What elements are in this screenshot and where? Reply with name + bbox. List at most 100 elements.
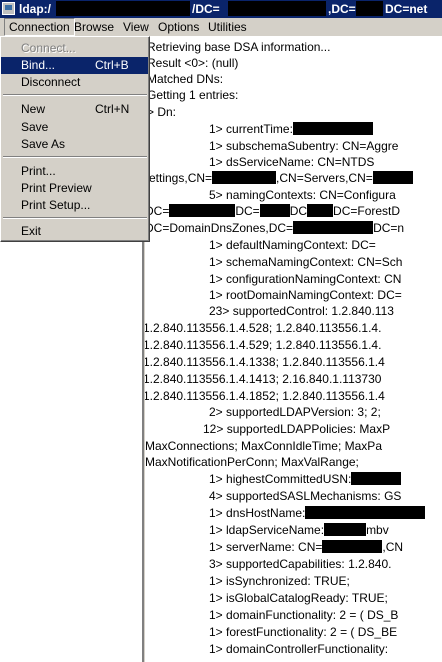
output-line: 1> dsServiceName: CN=NTDS bbox=[209, 155, 375, 169]
attr-usn: 1> highestCommittedUSN: bbox=[209, 472, 352, 486]
redaction-bar bbox=[169, 204, 236, 217]
ldap-service-tail: mbv bbox=[366, 523, 389, 537]
window-title-dc2: ,DC= bbox=[328, 2, 356, 16]
output-line: 1> rootDomainNamingContext: DC= bbox=[209, 288, 402, 302]
output-line: 1> schemaNamingContext: CN=Sch bbox=[209, 255, 403, 269]
menu-item-save[interactable]: Save bbox=[1, 119, 148, 136]
menu-item-label: Print Setup... bbox=[21, 198, 91, 212]
menu-item-label: Save bbox=[21, 120, 49, 134]
dc-text: DC bbox=[289, 204, 308, 218]
output-line: 1> defaultNamingContext: DC= bbox=[209, 238, 376, 252]
dc-text: DC=ForestD bbox=[333, 204, 401, 218]
output-line: 1> highestCommittedUSN: bbox=[209, 472, 402, 486]
window-title-dc1: /DC= bbox=[192, 2, 220, 16]
menu-view[interactable]: View bbox=[123, 20, 149, 34]
menu-item-label: Connect... bbox=[21, 41, 76, 55]
redaction-bar bbox=[324, 523, 367, 536]
menu-connection[interactable]: Connection bbox=[4, 18, 75, 36]
output-line: 1.2.840.113556.1.4.1338; 1.2.840.113556.… bbox=[145, 355, 385, 369]
menu-separator bbox=[3, 156, 147, 158]
window-title-dc3: DC=net bbox=[385, 2, 428, 16]
output-pane[interactable]: Retrieving base DSA information... Resul… bbox=[145, 37, 442, 662]
menu-bar: Connection Browse View Options Utilities bbox=[0, 18, 442, 37]
connection-menu: Connect... Bind... Ctrl+B Disconnect New C… bbox=[0, 36, 150, 242]
redaction-bar bbox=[228, 1, 326, 16]
attr-ldap-service-name: 1> ldapServiceName: bbox=[209, 523, 325, 537]
menu-item-label: Exit bbox=[21, 224, 42, 238]
output-line: 1> serverName: CN= ,CN bbox=[209, 540, 403, 554]
redaction-bar bbox=[356, 1, 383, 16]
output-line: DC= DC= DC DC=ForestD bbox=[145, 204, 400, 218]
output-line: 5> namingContexts: CN=Configura bbox=[209, 188, 396, 202]
menu-item-print-setup[interactable]: Print Setup... bbox=[1, 197, 148, 214]
menu-item-bind[interactable]: Bind... Ctrl+B bbox=[1, 57, 148, 74]
menu-item-label: New bbox=[21, 102, 46, 116]
menu-item-print[interactable]: Print... bbox=[1, 163, 148, 180]
output-line: > Dn: bbox=[147, 105, 176, 119]
output-line: 1.2.840.113556.1.4.528; 1.2.840.113556.1… bbox=[145, 321, 382, 335]
redaction-bar bbox=[259, 204, 290, 217]
menu-item-shortcut: Ctrl+B bbox=[95, 58, 129, 72]
menu-item-label: Print Preview bbox=[21, 181, 92, 195]
menu-item-shortcut: Ctrl+N bbox=[95, 102, 130, 116]
output-line: 1> currentTime: bbox=[209, 122, 373, 136]
redaction-bar bbox=[212, 171, 277, 184]
output-line: DC=DomainDnsZones,DC= DC=n bbox=[145, 221, 404, 235]
output-line: 1> domainControllerFunctionality: bbox=[209, 642, 389, 656]
output-line: 1> configurationNamingContext: CN bbox=[209, 272, 402, 286]
menu-utilities[interactable]: Utilities bbox=[208, 20, 247, 34]
menu-browse[interactable]: Browse bbox=[74, 20, 114, 34]
menu-item-save-as[interactable]: Save As bbox=[1, 136, 148, 153]
dc-text: DC=DomainDnsZones,DC= bbox=[145, 221, 294, 235]
menu-options[interactable]: Options bbox=[158, 20, 199, 34]
attr-current-time: 1> currentTime: bbox=[209, 122, 293, 136]
output-line: Matched DNs: bbox=[147, 72, 224, 86]
title-bar: ldap:/ /DC= ,DC= DC=net bbox=[0, 0, 442, 18]
output-line: MaxConnections; MaxConnIdleTime; MaxPa bbox=[145, 439, 382, 453]
server-name-tail: ,CN bbox=[382, 540, 404, 554]
menu-item-label: Print... bbox=[21, 164, 56, 178]
menu-item-label: Save As bbox=[21, 137, 66, 151]
app-icon bbox=[2, 2, 15, 15]
settings-text: Settings,CN= bbox=[145, 171, 213, 185]
servers-text: ,CN=Servers,CN= bbox=[276, 171, 373, 185]
redaction-bar bbox=[293, 221, 374, 234]
output-line: Result <0>: (null) bbox=[147, 56, 239, 70]
output-line: 3> supportedCapabilities: 1.2.840. bbox=[209, 557, 392, 571]
output-line: Settings,CN= ,CN=Servers,CN= bbox=[145, 171, 413, 185]
menu-item-label: Disconnect bbox=[21, 75, 81, 89]
menu-item-label: Bind... bbox=[21, 58, 56, 72]
menu-item-disconnect[interactable]: Disconnect bbox=[1, 74, 148, 91]
dc-text: DC=n bbox=[373, 221, 405, 235]
output-line: Retrieving base DSA information... bbox=[147, 40, 331, 54]
redaction-bar bbox=[292, 122, 373, 135]
output-line: 1.2.840.113556.1.4.529; 1.2.840.113556.1… bbox=[145, 338, 382, 352]
menu-item-new[interactable]: New Ctrl+N bbox=[1, 101, 148, 118]
window-title: ldap:/ bbox=[19, 2, 51, 16]
redaction-bar bbox=[372, 171, 413, 184]
redaction-bar bbox=[305, 506, 426, 519]
dc-text: DC= bbox=[235, 204, 260, 218]
output-line: 2> supportedLDAPVersion: 3; 2; bbox=[209, 405, 381, 419]
dn-label: Dn: bbox=[157, 105, 177, 119]
menu-item-connect[interactable]: Connect... bbox=[1, 40, 148, 57]
output-line: 1.2.840.113556.1.4.1413; 2.16.840.1.1137… bbox=[145, 372, 382, 386]
output-line: 1> isGlobalCatalogReady: TRUE; bbox=[209, 591, 388, 605]
output-line: 1> subschemaSubentry: CN=Aggre bbox=[209, 139, 399, 153]
menu-item-exit[interactable]: Exit bbox=[1, 223, 148, 240]
output-line: 1> ldapServiceName: mbv bbox=[209, 523, 389, 537]
redaction-bar bbox=[322, 540, 383, 553]
menu-item-print-preview[interactable]: Print Preview bbox=[1, 180, 148, 197]
output-line: 12> supportedLDAPPolicies: MaxP bbox=[203, 422, 391, 436]
redaction-bar bbox=[56, 1, 190, 16]
output-line: 1> domainFunctionality: 2 = ( DS_B bbox=[209, 608, 399, 622]
output-line: 23> supportedControl: 1.2.840.113 bbox=[209, 304, 394, 318]
output-line: 1.2.840.113556.1.4.1852; 1.2.840.113556.… bbox=[145, 389, 385, 403]
output-line: Getting 1 entries: bbox=[147, 88, 239, 102]
attr-dns-host-name: 1> dnsHostName: bbox=[209, 506, 306, 520]
redaction-bar bbox=[307, 204, 334, 217]
output-line: MaxNotificationPerConn; MaxValRange; bbox=[145, 455, 359, 469]
redaction-bar bbox=[351, 472, 402, 485]
output-line: 1> forestFunctionality: 2 = ( DS_BE bbox=[209, 625, 398, 639]
output-line: 1> isSynchronized: TRUE; bbox=[209, 574, 350, 588]
